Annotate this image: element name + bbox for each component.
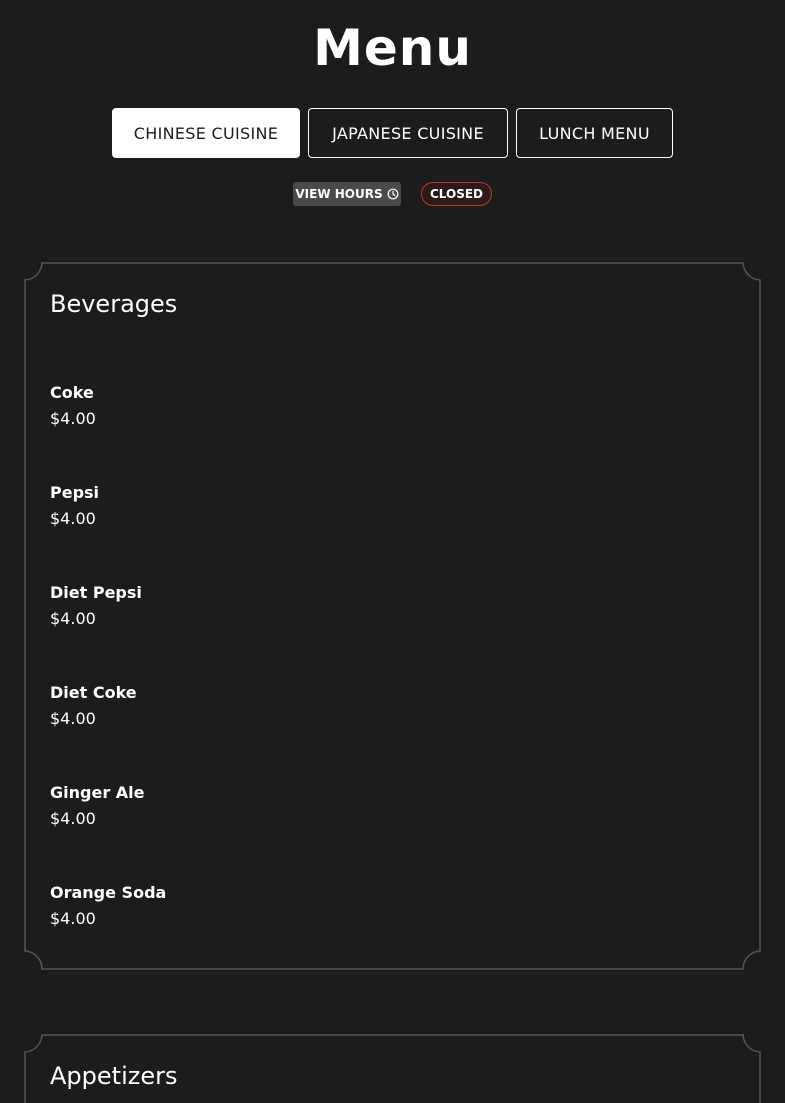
menu-item[interactable]: Pepsi $4.00 bbox=[50, 483, 99, 529]
item-name: Diet Coke bbox=[50, 683, 137, 702]
tab-chinese-cuisine[interactable]: CHINESE CUISINE bbox=[112, 108, 300, 158]
view-hours-label: VIEW HOURS bbox=[295, 187, 383, 201]
item-name: Orange Soda bbox=[50, 883, 167, 902]
item-price: $4.00 bbox=[50, 509, 96, 528]
item-price: $4.00 bbox=[50, 409, 96, 428]
item-name: Ginger Ale bbox=[50, 783, 145, 802]
menu-item[interactable]: Orange Soda $4.00 bbox=[50, 883, 166, 929]
clock-icon bbox=[387, 188, 399, 200]
item-price: $4.00 bbox=[50, 809, 96, 828]
tab-lunch-menu[interactable]: LUNCH MENU bbox=[516, 108, 673, 158]
status-badge: CLOSED bbox=[421, 182, 492, 206]
menu-item[interactable]: Diet Pepsi $4.00 bbox=[50, 583, 142, 629]
page-title: Menu bbox=[313, 19, 472, 77]
item-name: Diet Pepsi bbox=[50, 583, 142, 602]
section-title: Appetizers bbox=[50, 1062, 178, 1090]
menu-item[interactable]: Ginger Ale $4.00 bbox=[50, 783, 145, 829]
item-price: $4.00 bbox=[50, 709, 96, 728]
item-price: $4.00 bbox=[50, 609, 96, 628]
section-title: Beverages bbox=[50, 290, 178, 318]
item-price: $4.00 bbox=[50, 909, 96, 928]
menu-section-appetizers: Appetizers bbox=[24, 1034, 761, 1103]
item-name: Pepsi bbox=[50, 483, 100, 502]
cuisine-tabs: CHINESE CUISINE JAPANESE CUISINE LUNCH M… bbox=[0, 108, 785, 158]
view-hours-button[interactable]: VIEW HOURS bbox=[293, 182, 401, 206]
menu-item[interactable]: Coke $4.00 bbox=[50, 383, 96, 429]
menu-item[interactable]: Diet Coke $4.00 bbox=[50, 683, 137, 729]
menu-section-beverages: Beverages Coke $4.00 Pepsi $4.00 Diet Pe… bbox=[24, 262, 761, 970]
tab-japanese-cuisine[interactable]: JAPANESE CUISINE bbox=[308, 108, 508, 158]
item-name: Coke bbox=[50, 383, 94, 402]
